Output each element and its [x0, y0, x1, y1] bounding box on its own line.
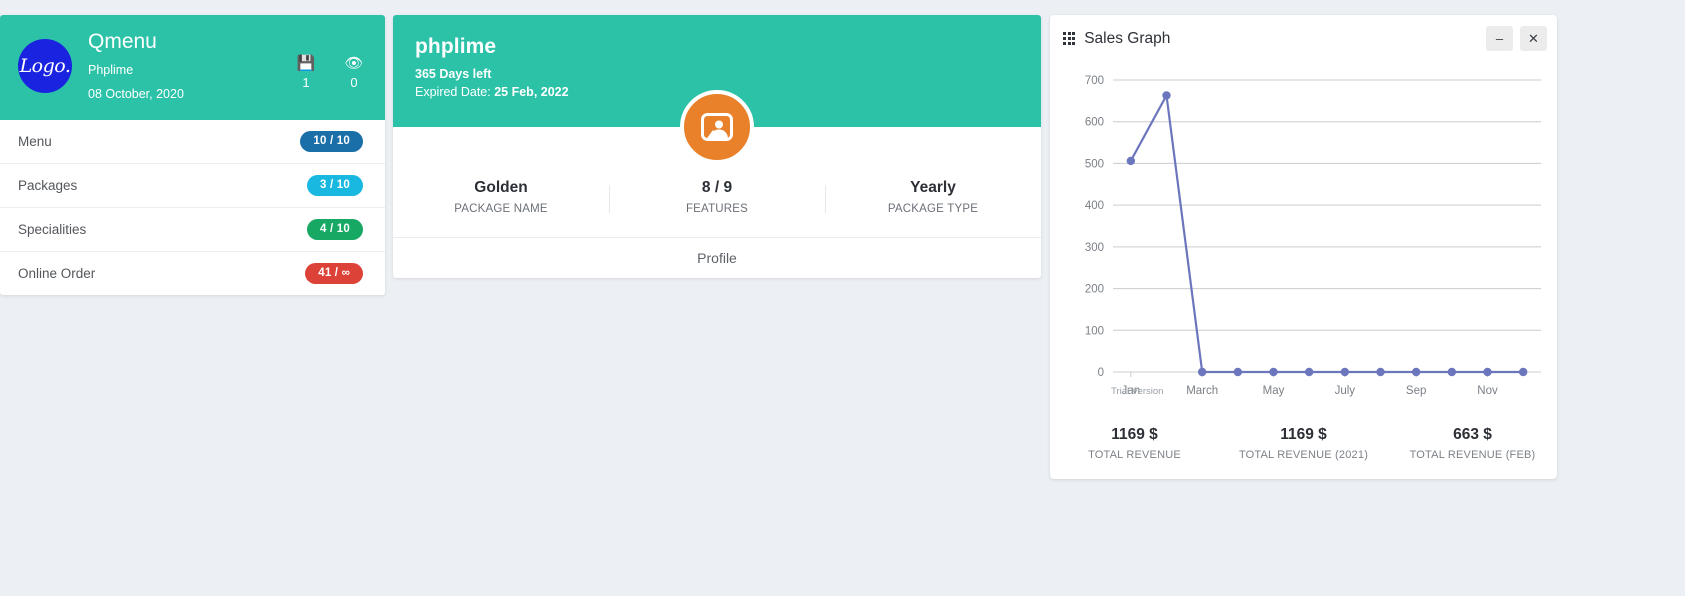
package-account-name: phplime — [415, 35, 497, 58]
total-revenue-caption: TOTAL REVENUE — [1088, 449, 1181, 461]
avatar[interactable] — [680, 90, 754, 164]
svg-text:500: 500 — [1085, 158, 1104, 170]
qmenu-row-label: Specialities — [18, 222, 87, 238]
svg-text:Nov: Nov — [1477, 385, 1498, 397]
package-stat-value: 8 / 9 — [701, 179, 733, 196]
package-days-left: 365 Days left — [415, 67, 492, 81]
qmenu-row-label: Menu — [18, 133, 52, 149]
qmenu-row-label: Online Order — [18, 266, 96, 282]
svg-text:March: March — [1186, 385, 1218, 397]
package-card: phplime 365 Days left Expired Date: 25 F… — [393, 15, 1041, 278]
package-expiry-label: Expired Date: — [415, 85, 495, 99]
svg-text:400: 400 — [1085, 200, 1104, 212]
total-revenue-caption: TOTAL REVENUE (2021) — [1238, 449, 1369, 461]
saved-count-stat[interactable]: 💾 1 — [291, 55, 321, 93]
sales-line-chart: 0100200300400500600700Jan March May July Sep… — [1085, 75, 1541, 397]
qmenu-list: Menu 10 / 10 Packages 3 / 10 Specialitie… — [0, 120, 385, 296]
total-revenue-amount: 1169 $ — [1111, 426, 1158, 443]
revenue-totals: 1169 $ TOTAL REVENUE 1169 $ TOTAL REVENU… — [1050, 412, 1557, 461]
total-revenue-caption: TOTAL REVENUE (FEB) — [1409, 449, 1536, 461]
qmenu-card: Logo. Qmenu Phplime 08 October, 2020 💾 1… — [0, 15, 385, 296]
svg-text:July: July — [1335, 385, 1356, 397]
svg-text:Sep: Sep — [1406, 385, 1426, 397]
qmenu-title-block: Qmenu Phplime 08 October, 2020 — [88, 29, 184, 104]
sales-chart: 0 100 200 300 400 500 600 700 Jan March May July Sep… — [1050, 62, 1557, 412]
package-stat-caption: PACKAGE TYPE — [887, 203, 979, 215]
qmenu-row-menu[interactable]: Menu 10 / 10 — [0, 120, 385, 164]
sales-graph-window: Sales Graph – ✕ 0 100 200 300 400 500 600 700 Ja… — [1050, 15, 1557, 479]
qmenu-owner: Phplime — [88, 63, 134, 78]
package-stat-features: 8 / 9 FEATURES — [609, 179, 825, 215]
qmenu-row-specialities[interactable]: Specialities 4 / 10 — [0, 208, 385, 253]
brand-logo: Logo. — [18, 39, 72, 94]
svg-text:Trial Version: Trial Version — [1111, 386, 1163, 397]
status-badge: 4 / 10 — [307, 218, 363, 241]
total-revenue-amount: 663 $ — [1453, 426, 1492, 443]
svg-text:100: 100 — [1085, 325, 1104, 337]
svg-text:May: May — [1263, 385, 1285, 397]
qmenu-date: 08 October, 2020 — [88, 87, 184, 102]
save-icon: 💾 — [296, 55, 316, 72]
logo-text: Logo. — [19, 55, 71, 78]
svg-text:700: 700 — [1085, 75, 1104, 87]
qmenu-stats: 💾 1 👁 0 — [291, 55, 369, 93]
page-title: Qmenu — [88, 30, 157, 53]
user-photo-icon — [701, 113, 733, 141]
window-controls: – ✕ — [1486, 26, 1547, 51]
package-stat-type: Yearly PACKAGE TYPE — [825, 179, 1041, 215]
package-stat-value: Yearly — [910, 179, 956, 196]
total-revenue: 1169 $ TOTAL REVENUE — [1050, 426, 1219, 461]
qmenu-row-packages[interactable]: Packages 3 / 10 — [0, 164, 385, 208]
eye-icon: 👁 — [344, 55, 364, 72]
svg-text:0: 0 — [1098, 367, 1104, 379]
package-expiry-date: 25 Feb, 2022 — [494, 85, 569, 99]
dashboard-page: Logo. Qmenu Phplime 08 October, 2020 💾 1… — [0, 0, 1685, 596]
minimize-icon[interactable]: – — [1486, 26, 1513, 51]
package-card-header: phplime 365 Days left Expired Date: 25 F… — [393, 15, 1041, 164]
qmenu-card-header: Logo. Qmenu Phplime 08 October, 2020 💾 1… — [0, 15, 385, 120]
svg-text:200: 200 — [1085, 284, 1104, 296]
svg-text:600: 600 — [1085, 117, 1104, 129]
grid-menu-icon[interactable] — [1063, 32, 1076, 45]
svg-text:300: 300 — [1085, 242, 1104, 254]
sales-graph-title: Sales Graph — [1084, 29, 1171, 47]
status-badge: 41 / ∞ — [305, 263, 363, 285]
views-count-value: 0 — [350, 75, 358, 90]
total-revenue-amount: 1169 $ — [1280, 426, 1327, 443]
package-stat-caption: PACKAGE NAME — [454, 203, 548, 215]
package-stat-value: Golden — [474, 179, 528, 196]
total-revenue-feb: 663 $ TOTAL REVENUE (FEB) — [1388, 426, 1557, 461]
package-stat-name: Golden PACKAGE NAME — [393, 179, 609, 215]
close-icon[interactable]: ✕ — [1520, 26, 1547, 51]
qmenu-row-label: Packages — [18, 177, 78, 193]
total-revenue-2021: 1169 $ TOTAL REVENUE (2021) — [1219, 426, 1388, 461]
views-count-stat[interactable]: 👁 0 — [339, 55, 369, 93]
status-badge: 10 / 10 — [300, 130, 363, 152]
status-badge: 3 / 10 — [307, 174, 363, 196]
qmenu-row-online-order[interactable]: Online Order 41 / ∞ — [0, 252, 385, 295]
sales-graph-titlebar: Sales Graph – ✕ — [1050, 15, 1557, 62]
package-stat-caption: FEATURES — [685, 203, 749, 215]
profile-link[interactable]: Profile — [393, 237, 1041, 278]
saved-count-value: 1 — [302, 75, 310, 90]
